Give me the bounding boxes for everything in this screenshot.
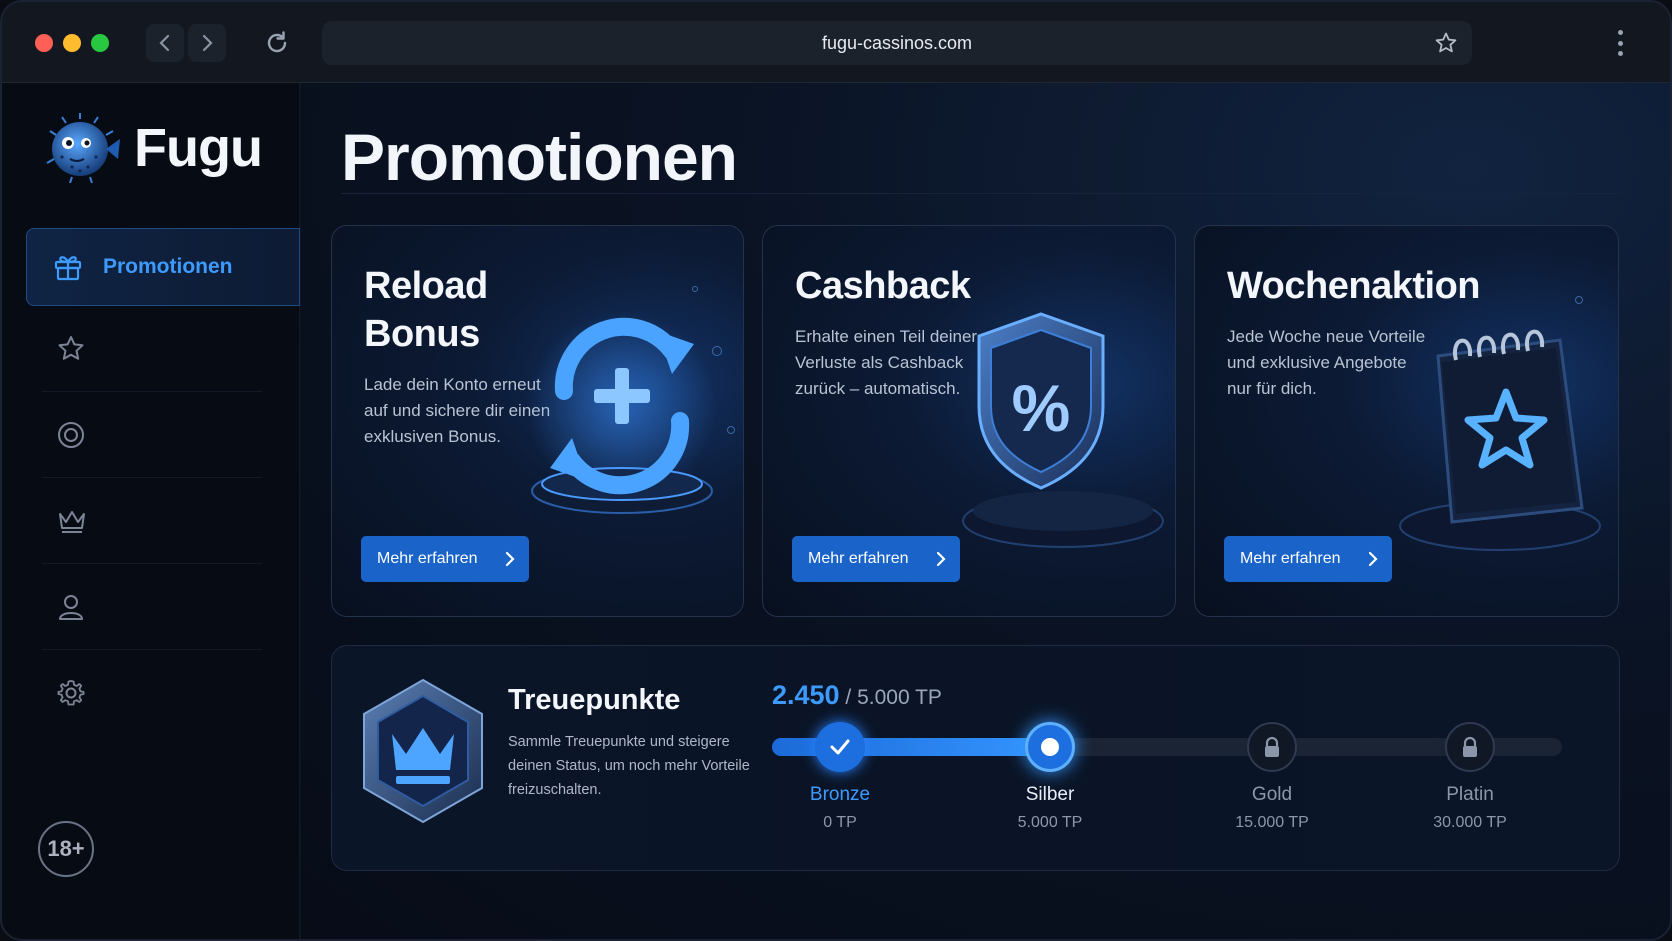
chevron-left-icon bbox=[159, 34, 170, 52]
lock-icon bbox=[1265, 736, 1279, 757]
card-title: Cashback bbox=[795, 265, 971, 307]
shield-percent-icon: % bbox=[962, 312, 1164, 548]
check-icon bbox=[830, 739, 850, 755]
card-title: Wochenaktion bbox=[1227, 265, 1481, 307]
maximize-window-button[interactable] bbox=[91, 34, 109, 52]
current-points: 2.450 bbox=[772, 680, 840, 710]
tier-node-gold bbox=[1247, 722, 1297, 772]
sidebar: Fugu Promotionen 18+ bbox=[2, 83, 300, 939]
loyalty-points: 2.450 / 5.000 TP bbox=[772, 680, 942, 711]
bookmark-star-icon[interactable] bbox=[1434, 31, 1458, 55]
sidebar-item-vip[interactable] bbox=[42, 478, 262, 564]
mehr-erfahren-button[interactable]: Mehr erfahren bbox=[1224, 536, 1392, 582]
sidebar-item-account[interactable] bbox=[42, 564, 262, 650]
brand-logo[interactable]: Fugu bbox=[42, 113, 263, 183]
tier-label-bronze: Bronze 0 TP bbox=[809, 784, 871, 831]
card-title: Reload Bonus bbox=[364, 265, 488, 355]
tier-label-silber: Silber 5.000 TP bbox=[1017, 784, 1083, 831]
star-icon bbox=[58, 335, 84, 360]
pufferfish-logo-icon bbox=[46, 113, 120, 183]
sidebar-item-settings[interactable] bbox=[42, 650, 262, 736]
lock-icon bbox=[1463, 736, 1477, 757]
address-bar[interactable]: fugu-cassinos.com bbox=[322, 21, 1472, 65]
tier-node-bronze bbox=[815, 722, 865, 772]
loyalty-progress-bar bbox=[772, 722, 1562, 772]
age-restriction-badge: 18+ bbox=[38, 821, 94, 877]
loyalty-panel: Treuepunkte Sammle Treuepunkte und steig… bbox=[331, 645, 1620, 871]
loyalty-description: Sammle Treuepunkte und steigere deinen S… bbox=[508, 734, 750, 798]
back-button[interactable] bbox=[146, 24, 184, 62]
reload-plus-icon bbox=[527, 311, 717, 514]
main-content: Promotionen Reload Bonus Lade dein Konto … bbox=[301, 83, 1670, 939]
url-text: fugu-cassinos.com bbox=[821, 32, 973, 53]
promo-card-reload-bonus[interactable]: Reload Bonus Lade dein Konto erneut auf u… bbox=[331, 225, 744, 617]
browser-window: fugu-cassinos.com Fugu Promotionen 18+ P… bbox=[0, 0, 1672, 941]
reload-icon bbox=[267, 31, 287, 53]
sidebar-item-promotionen[interactable]: Promotionen bbox=[26, 228, 300, 306]
sidebar-item-favorites[interactable] bbox=[42, 306, 262, 392]
promo-card-wochenaktion[interactable]: Wochenaktion Jede Woche neue Vorteile un… bbox=[1194, 225, 1619, 617]
target-points: / 5.000 TP bbox=[845, 686, 942, 709]
browser-menu-button[interactable] bbox=[1615, 30, 1625, 56]
mehr-erfahren-button[interactable]: Mehr erfahren bbox=[792, 536, 960, 582]
chevron-right-icon bbox=[936, 551, 946, 567]
divider bbox=[341, 193, 1621, 194]
minimize-window-button[interactable] bbox=[63, 34, 81, 52]
sidebar-item-label: Promotionen bbox=[103, 255, 233, 278]
chevron-right-icon bbox=[202, 34, 213, 52]
calendar-star-icon bbox=[1399, 329, 1601, 551]
reload-button[interactable] bbox=[260, 26, 294, 60]
tier-label-platin: Platin 30.000 TP bbox=[1433, 784, 1507, 831]
svg-text:%: % bbox=[1012, 371, 1071, 445]
close-window-button[interactable] bbox=[35, 34, 53, 52]
chevron-right-icon bbox=[1368, 551, 1378, 567]
tier-node-platin bbox=[1445, 722, 1495, 772]
promo-card-cashback[interactable]: Cashback Erhalte einen Teil deiner Verlu… bbox=[762, 225, 1176, 617]
browser-toolbar: fugu-cassinos.com bbox=[2, 2, 1670, 83]
tier-node-silber bbox=[1025, 722, 1075, 772]
brand-name: Fugu bbox=[134, 118, 263, 178]
sidebar-item-target[interactable] bbox=[42, 392, 262, 478]
user-icon bbox=[59, 594, 83, 620]
crown-icon bbox=[59, 510, 85, 533]
forward-button[interactable] bbox=[188, 24, 226, 62]
target-icon bbox=[58, 421, 84, 448]
loyalty-title: Treuepunkte bbox=[508, 684, 681, 716]
tier-label-gold: Gold 15.000 TP bbox=[1235, 784, 1309, 831]
gear-icon bbox=[57, 680, 85, 706]
mehr-erfahren-button[interactable]: Mehr erfahren bbox=[361, 536, 529, 582]
chevron-right-icon bbox=[505, 551, 515, 567]
gift-icon bbox=[54, 256, 82, 281]
crown-badge-icon bbox=[363, 678, 483, 824]
page-title: Promotionen bbox=[341, 120, 738, 194]
